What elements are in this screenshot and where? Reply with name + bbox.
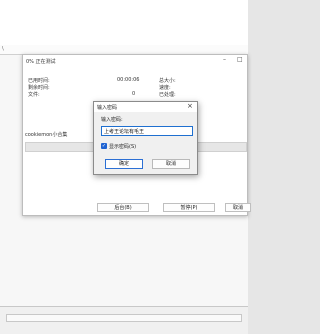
elapsed-label: 已用时间: bbox=[28, 78, 50, 84]
password-dialog: 输入密码 × 输入密码: ✓ 显示密码(S) 确定 取消 bbox=[93, 101, 198, 175]
password-prompt-label: 输入密码: bbox=[101, 117, 123, 123]
archive-name: cookiemon小合集 bbox=[25, 132, 68, 138]
speed-label: 速度: bbox=[159, 85, 171, 91]
pause-button[interactable]: 暂停(P) bbox=[163, 203, 215, 212]
progress-window-title: 0% 正在测试 bbox=[26, 59, 56, 65]
show-password-label[interactable]: 显示密码(S) bbox=[109, 143, 136, 150]
files-value: 0 bbox=[132, 91, 136, 97]
elapsed-value: 00:00:06 bbox=[117, 77, 140, 83]
cancel-button[interactable]: 取消 bbox=[152, 159, 190, 169]
minimize-icon[interactable]: – bbox=[223, 56, 226, 63]
cancel-extraction-button[interactable]: 取消 bbox=[225, 203, 251, 212]
total-size-label: 总大小: bbox=[159, 78, 176, 84]
show-password-checkbox[interactable]: ✓ bbox=[101, 143, 107, 149]
explorer-status-field bbox=[6, 314, 242, 322]
processed-label: 已处理: bbox=[159, 92, 176, 98]
files-label: 文件: bbox=[28, 92, 40, 98]
dialog-title: 输入密码 bbox=[97, 105, 118, 111]
dialog-titlebar: 输入密码 × bbox=[94, 102, 197, 112]
close-icon[interactable]: × bbox=[187, 103, 193, 110]
remaining-label: 剩余时间: bbox=[28, 85, 50, 91]
maximize-icon[interactable]: □ bbox=[237, 56, 243, 63]
explorer-toolbar-area bbox=[0, 0, 248, 47]
password-input[interactable] bbox=[101, 126, 193, 136]
background-button[interactable]: 后台(B) bbox=[97, 203, 149, 212]
address-text: \ bbox=[2, 46, 4, 52]
ok-button[interactable]: 确定 bbox=[105, 159, 143, 169]
